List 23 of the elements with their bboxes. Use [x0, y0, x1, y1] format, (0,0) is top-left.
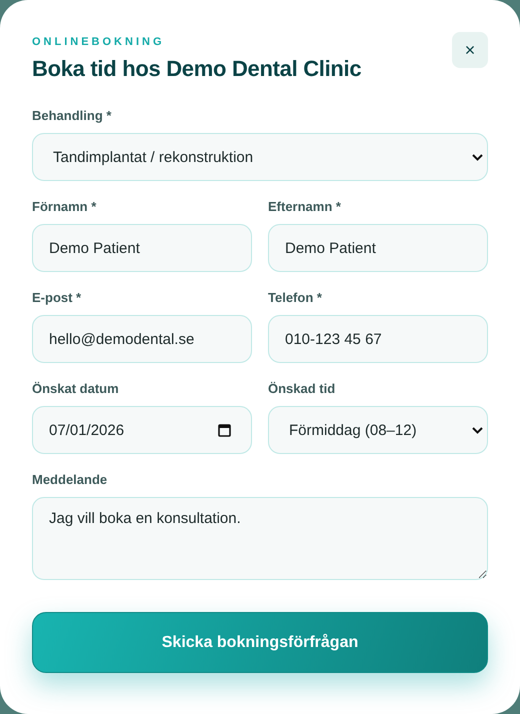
field-label: E-post * [32, 290, 82, 305]
calendar-icon [218, 423, 231, 437]
chevron-icon [472, 154, 483, 160]
field-label: Telefon * [268, 290, 323, 305]
field-label: Meddelande [32, 472, 108, 487]
input-field[interactable]: Demo Patient [32, 224, 252, 272]
close-button[interactable]: × [452, 32, 488, 68]
input-field[interactable]: 010-123 45 67 [268, 315, 488, 363]
chevron-icon [472, 426, 483, 434]
input-field[interactable]: hello@demodental.se [32, 315, 252, 363]
field-label: Förnamn * [32, 199, 98, 214]
field-label: Önskat datum [32, 381, 120, 396]
select-field[interactable]: Tandimplantat / rekonstruktion [32, 133, 488, 181]
field-label: Önskad tid [268, 381, 336, 396]
select-field[interactable]: Förmiddag (08–12) [268, 406, 488, 454]
eyebrow-label: ONLINEBOKNING [32, 36, 166, 48]
date-field[interactable]: 07/01/2026 [32, 406, 252, 454]
field-label: Efternamn * [268, 199, 342, 214]
field-label: Behandling * [32, 108, 112, 123]
submit-button[interactable]: Skicka bokningsförfrågan [32, 612, 488, 673]
message-field[interactable]: Jag vill boka en konsultation. [32, 497, 488, 580]
dialog-title: Boka tid hos Demo Dental Clinic [32, 56, 362, 82]
input-field[interactable]: Demo Patient [268, 224, 488, 272]
